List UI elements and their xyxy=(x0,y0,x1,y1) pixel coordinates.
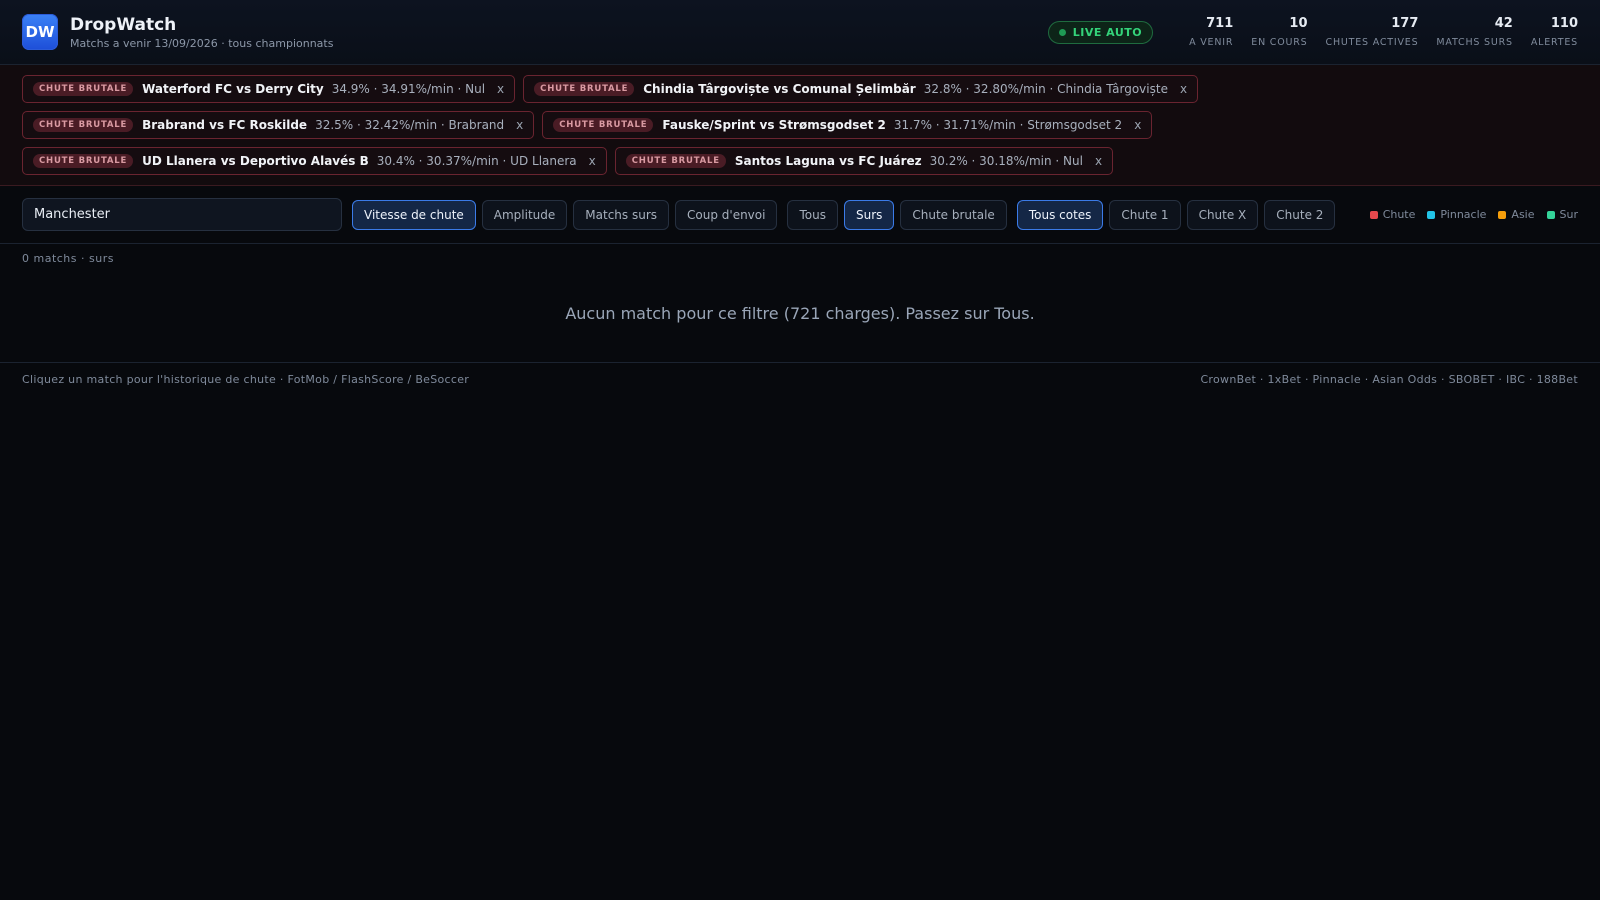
legend-label: Sur xyxy=(1559,208,1578,221)
filter-tous-button[interactable]: Tous xyxy=(787,199,838,230)
legend-item-sur: Sur xyxy=(1546,208,1578,221)
alert-chip[interactable]: CHUTE BRUTALE Brabrand vs FC Roskilde 32… xyxy=(22,111,535,139)
sort-amplitude-button[interactable]: Amplitude xyxy=(481,199,568,230)
legend: Chute Pinnacle Asie Sur xyxy=(1358,208,1578,221)
app-title: DropWatch xyxy=(70,14,177,35)
alert-chip[interactable]: CHUTE BRUTALE UD Llanera vs Deportivo Al… xyxy=(22,147,607,175)
stat-value: 177 xyxy=(1391,16,1419,31)
match-count: 0 matchs · surs xyxy=(22,252,114,265)
footer: Cliquez un match pour l'historique de ch… xyxy=(0,363,1600,396)
stat-label: CHUTES ACTIVES xyxy=(1325,37,1419,48)
alert-tag: CHUTE BRUTALE xyxy=(534,82,635,96)
alert-detail: 34.9% · 34.91%/min · Nul xyxy=(331,82,486,96)
live-auto-label: LIVE AUTO xyxy=(1072,25,1143,39)
sort-matchs-surs-button[interactable]: Matchs surs xyxy=(573,199,670,230)
filter-toolbar: Vitesse de chute Amplitude Matchs surs C… xyxy=(0,186,1600,244)
odds-group: Tous cotes Chute 1 Chute X Chute 2 xyxy=(1016,199,1342,230)
odds-tous-cotes-button[interactable]: Tous cotes xyxy=(1016,199,1104,230)
close-icon[interactable]: x xyxy=(497,82,504,96)
live-auto-badge[interactable]: LIVE AUTO xyxy=(1047,20,1154,44)
alert-match: Brabrand vs FC Roskilde xyxy=(142,118,308,132)
alert-tag: CHUTE BRUTALE xyxy=(553,118,654,132)
alert-row: CHUTE BRUTALE UD Llanera vs Deportivo Al… xyxy=(22,147,1578,175)
alert-detail: 30.2% · 30.18%/min · Nul xyxy=(929,154,1083,168)
alert-detail: 32.5% · 32.42%/min · Brabrand xyxy=(315,118,505,132)
odds-chute-2-button[interactable]: Chute 2 xyxy=(1264,199,1336,230)
alert-match: UD Llanera vs Deportivo Alavés B xyxy=(142,154,369,168)
alert-chip[interactable]: CHUTE BRUTALE Waterford FC vs Derry City… xyxy=(22,75,516,103)
stat-value: 711 xyxy=(1206,16,1234,31)
filter-group: Tous Surs Chute brutale xyxy=(787,199,1012,230)
live-dot-icon xyxy=(1058,28,1066,36)
stat-value: 42 xyxy=(1494,16,1513,31)
legend-item-chute: Chute xyxy=(1369,208,1416,221)
app-subtitle: Matchs a venir 13/09/2026 · tous champio… xyxy=(70,36,334,50)
filter-chute-brutale-button[interactable]: Chute brutale xyxy=(900,199,1007,230)
legend-swatch-icon xyxy=(1546,210,1555,219)
legend-label: Chute xyxy=(1382,208,1416,221)
alert-tag: CHUTE BRUTALE xyxy=(33,118,134,132)
brand: DropWatch Matchs a venir 13/09/2026 · to… xyxy=(70,15,333,50)
alert-row: CHUTE BRUTALE Brabrand vs FC Roskilde 32… xyxy=(22,111,1578,139)
alert-chip[interactable]: CHUTE BRUTALE Santos Laguna vs FC Juárez… xyxy=(614,147,1114,175)
search-input[interactable] xyxy=(22,198,342,231)
sort-group: Vitesse de chute Amplitude Matchs surs C… xyxy=(352,199,783,230)
filter-surs-button[interactable]: Surs xyxy=(843,199,895,230)
close-icon[interactable]: x xyxy=(516,118,523,132)
footer-hint: Cliquez un match pour l'historique de ch… xyxy=(22,373,470,386)
stat-label: EN COURS xyxy=(1251,37,1308,48)
alert-tag: CHUTE BRUTALE xyxy=(33,82,134,96)
header-stats: LIVE AUTO 711 A VENIR 10 EN COURS 177 CH… xyxy=(1047,16,1578,48)
legend-label: Asie xyxy=(1511,208,1535,221)
close-icon[interactable]: x xyxy=(1134,118,1141,132)
odds-chute-1-button[interactable]: Chute 1 xyxy=(1109,199,1181,230)
close-icon[interactable]: x xyxy=(1180,82,1187,96)
legend-swatch-icon xyxy=(1498,210,1507,219)
sort-coup-envoi-button[interactable]: Coup d'envoi xyxy=(675,199,778,230)
alert-detail: 30.4% · 30.37%/min · UD Llanera xyxy=(376,154,577,168)
stat-label: A VENIR xyxy=(1189,37,1234,48)
stat-label: ALERTES xyxy=(1530,37,1578,48)
empty-state-message: Aucun match pour ce filtre (721 charges)… xyxy=(0,266,1600,363)
stat-a-venir: 711 A VENIR xyxy=(1189,16,1233,48)
alert-match: Fauske/Sprint vs Strømsgodset 2 xyxy=(662,118,886,132)
close-icon[interactable]: x xyxy=(1095,154,1102,168)
legend-swatch-icon xyxy=(1427,210,1436,219)
stat-value: 10 xyxy=(1289,16,1308,31)
alert-match: Santos Laguna vs FC Juárez xyxy=(734,154,922,168)
stat-alertes: 110 ALERTES xyxy=(1531,16,1578,48)
app-logo: DW xyxy=(22,14,58,50)
alert-tag: CHUTE BRUTALE xyxy=(625,154,726,168)
close-icon[interactable]: x xyxy=(589,154,596,168)
alert-row: CHUTE BRUTALE Waterford FC vs Derry City… xyxy=(22,75,1578,103)
alert-detail: 31.7% · 31.71%/min · Strømsgodset 2 xyxy=(893,118,1123,132)
alerts-panel: CHUTE BRUTALE Waterford FC vs Derry City… xyxy=(0,65,1600,186)
odds-chute-x-button[interactable]: Chute X xyxy=(1186,199,1259,230)
alert-match: Waterford FC vs Derry City xyxy=(142,82,324,96)
alert-tag: CHUTE BRUTALE xyxy=(33,154,134,168)
stat-label: MATCHS SURS xyxy=(1436,37,1513,48)
legend-item-asie: Asie xyxy=(1498,208,1535,221)
alert-chip[interactable]: CHUTE BRUTALE Chindia Târgoviște vs Comu… xyxy=(523,75,1199,103)
stat-en-cours: 10 EN COURS xyxy=(1251,16,1307,48)
legend-item-pinnacle: Pinnacle xyxy=(1427,208,1486,221)
app-header: DW DropWatch Matchs a venir 13/09/2026 ·… xyxy=(0,0,1600,65)
sort-vitesse-button[interactable]: Vitesse de chute xyxy=(352,199,476,230)
stat-value: 110 xyxy=(1550,16,1578,31)
alert-chip[interactable]: CHUTE BRUTALE Fauske/Sprint vs Strømsgod… xyxy=(542,111,1153,139)
alert-match: Chindia Târgoviște vs Comunal Șelimbăr xyxy=(643,82,916,96)
stat-chutes-actives: 177 CHUTES ACTIVES xyxy=(1326,16,1419,48)
alert-detail: 32.8% · 32.80%/min · Chindia Târgoviște xyxy=(923,82,1168,96)
footer-sources: CrownBet · 1xBet · Pinnacle · Asian Odds… xyxy=(1200,373,1578,386)
legend-swatch-icon xyxy=(1369,210,1378,219)
stat-matchs-surs: 42 MATCHS SURS xyxy=(1436,16,1512,48)
legend-label: Pinnacle xyxy=(1440,208,1487,221)
